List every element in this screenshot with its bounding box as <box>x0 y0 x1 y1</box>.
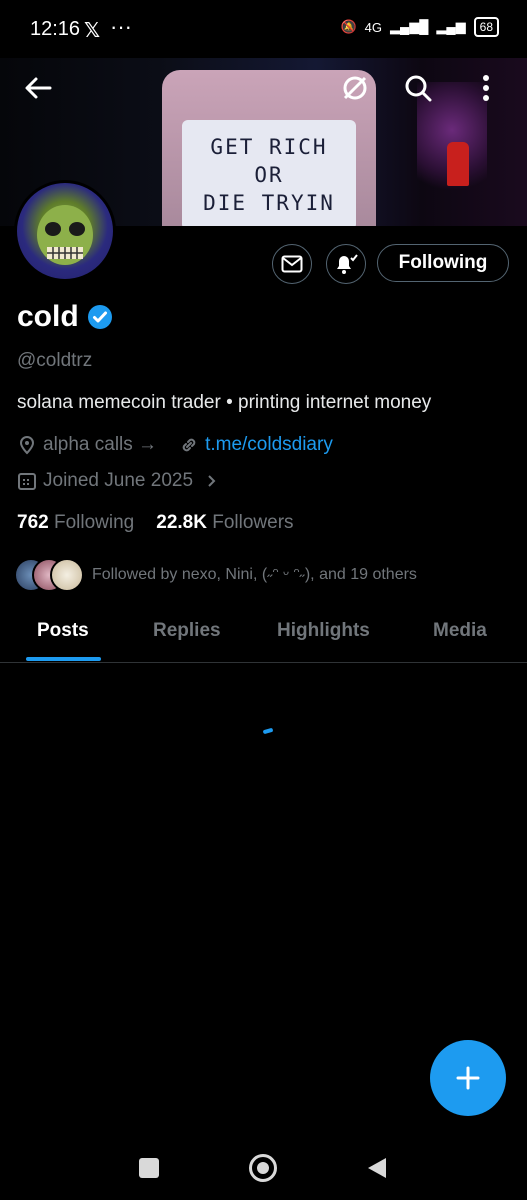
profile-link[interactable]: t.me/coldsdiary <box>205 434 333 456</box>
mail-icon <box>281 255 303 273</box>
mutual-avatar <box>50 558 84 592</box>
x-logo-icon: 𝕏 <box>84 20 101 42</box>
back-nav-icon[interactable] <box>366 1156 388 1180</box>
calendar-icon <box>18 473 36 490</box>
profile-tabs: Posts Replies Highlights Media <box>0 610 527 663</box>
signal-icon: ▂▄▆█ <box>390 19 429 34</box>
follow-counts: 762 Following 22.8K Followers <box>17 512 294 534</box>
tab-media[interactable]: Media <box>433 620 487 642</box>
following-label: Following <box>53 512 135 533</box>
bell-subscribed-icon <box>337 254 358 274</box>
status-icons: 🔕 4G ▂▄▆█ ▂▄▆ 68 <box>340 17 499 37</box>
home-dot <box>257 1162 269 1174</box>
tab-highlights[interactable]: Highlights <box>277 620 370 642</box>
compose-button[interactable] <box>430 1040 506 1116</box>
more-notifications-icon: ··· <box>110 14 132 39</box>
sign-line-1: GET RICH <box>210 135 328 159</box>
home-icon[interactable] <box>249 1154 277 1182</box>
notify-button[interactable] <box>326 244 366 284</box>
mutual-avatars <box>14 558 84 592</box>
more-button[interactable] <box>466 68 506 108</box>
back-arrow-icon <box>25 77 52 99</box>
following-count: 762 <box>17 512 49 533</box>
following-button[interactable]: Following <box>377 244 509 282</box>
followed-by-text: Followed by nexo, Nini, (˶ᵔ ᵕ ᵔ˶), and 1… <box>92 566 417 583</box>
plus-icon <box>456 1066 480 1090</box>
more-vertical-icon <box>483 75 489 101</box>
battery-icon: 68 <box>473 17 499 37</box>
followers-count: 22.8K <box>156 512 207 533</box>
grok-icon <box>343 76 367 100</box>
verified-badge-icon <box>87 305 112 329</box>
joined-row[interactable]: Joined June 2025 <box>17 470 219 492</box>
status-time: 12:16 <box>30 18 81 40</box>
recents-icon[interactable] <box>139 1158 159 1178</box>
following-count-link[interactable]: 762 Following <box>17 512 134 534</box>
status-bar: 12:16 𝕏 ··· 🔕 4G ▂▄▆█ ▂▄▆ 68 <box>0 0 527 58</box>
network-label: 4G <box>364 19 382 35</box>
tab-replies[interactable]: Replies <box>153 620 221 642</box>
skull-avatar-image <box>37 205 93 265</box>
system-navbar <box>0 1136 527 1200</box>
profile-name: cold <box>17 300 79 333</box>
sign-line-3: DIE TRYIN <box>203 191 335 215</box>
location-text: alpha calls → <box>43 434 158 455</box>
profile-name-row: cold <box>17 300 113 334</box>
avatar[interactable] <box>14 180 116 282</box>
marquee-board: GET RICH OR DIE TRYIN <box>182 120 356 226</box>
followers-count-link[interactable]: 22.8K Followers <box>156 512 293 534</box>
loading-spinner <box>262 727 274 735</box>
location-pin-icon <box>19 436 35 455</box>
followers-label: Followers <box>212 512 294 533</box>
followed-by-row[interactable]: Followed by nexo, Nini, (˶ᵔ ᵕ ᵔ˶), and 1… <box>14 558 417 592</box>
signal-2-icon: ▂▄▆ <box>436 19 466 34</box>
chevron-right-icon <box>208 475 216 487</box>
profile-handle: @coldtrz <box>17 350 93 371</box>
sign-line-2: OR <box>254 163 284 187</box>
search-button[interactable] <box>398 68 438 108</box>
joined-text: Joined June 2025 <box>43 470 194 491</box>
grok-button[interactable] <box>335 68 375 108</box>
search-icon <box>405 75 432 102</box>
mute-icon: 🔕 <box>340 19 357 34</box>
link-icon <box>182 438 196 452</box>
location-row: alpha calls → t.me/coldsdiary <box>17 434 333 456</box>
active-tab-indicator <box>26 657 101 661</box>
message-button[interactable] <box>272 244 312 284</box>
back-button[interactable] <box>18 68 58 108</box>
tab-posts[interactable]: Posts <box>37 620 89 642</box>
stage-object <box>447 142 469 186</box>
profile-bio: solana memecoin trader • printing intern… <box>17 392 432 413</box>
